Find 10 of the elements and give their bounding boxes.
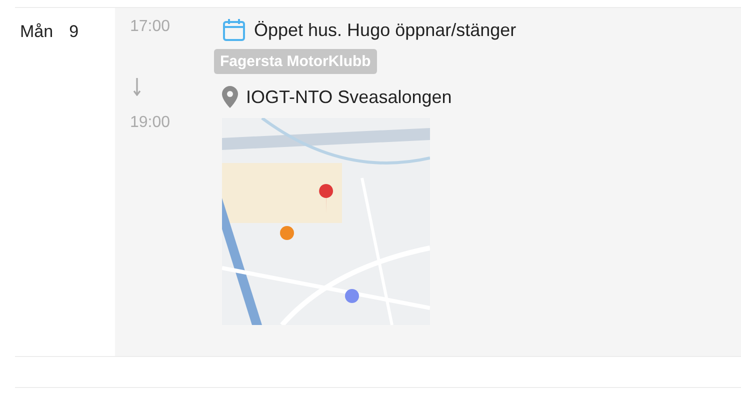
calendar-icon <box>222 18 246 42</box>
weekday-label: Mån <box>20 22 54 43</box>
start-time: 17:00 <box>130 18 172 36</box>
location-pin-icon <box>222 86 238 108</box>
organizer-tag: Fagersta MotorKlubb <box>214 49 377 74</box>
date-label: 9 <box>69 22 79 43</box>
event-location: IOGT-NTO Sveasalongen <box>246 86 452 108</box>
end-time: 19:00 <box>130 113 172 132</box>
event-title: Öppet hus. Hugo öppnar/stänger <box>254 20 516 40</box>
arrow-down-icon <box>133 78 141 96</box>
